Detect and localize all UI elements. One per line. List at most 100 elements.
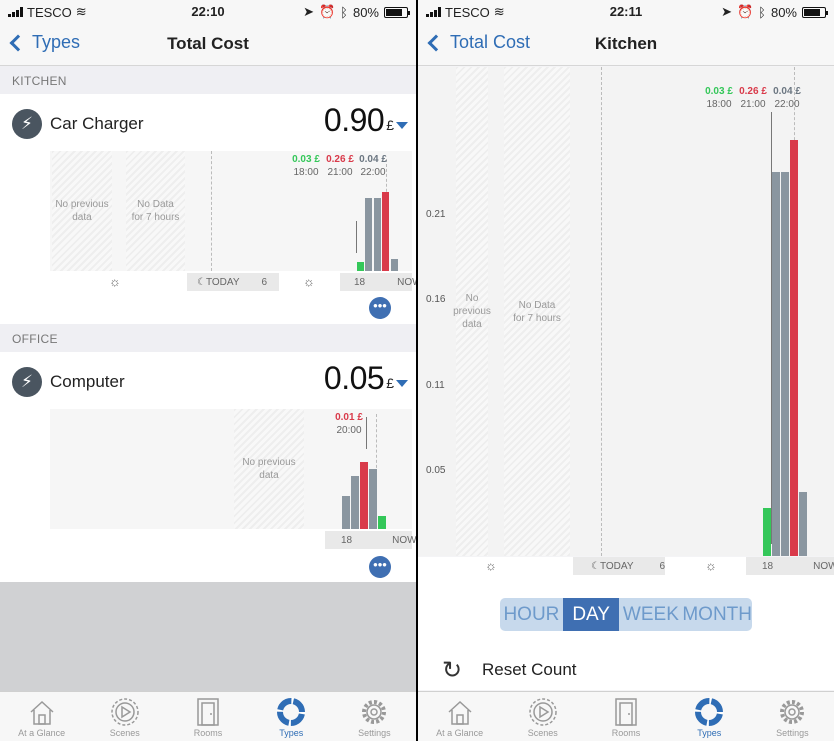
tab-label: Types: [279, 728, 304, 738]
axis-segment-now: 18 NOW: [325, 531, 416, 549]
nav-bar: Types Total Cost: [0, 22, 416, 66]
tab-at-a-glance[interactable]: At a Glance: [418, 692, 501, 741]
selection-marker: [366, 417, 367, 449]
more-button[interactable]: •••: [369, 297, 391, 319]
device-card-computer[interactable]: ⚡ Computer 0.05 £ No previous data 0.01 …: [0, 352, 416, 582]
tab-label: At a Glance: [436, 728, 484, 738]
device-card-car-charger[interactable]: ⚡ Car Charger 0.90 £ No previous data No …: [0, 94, 416, 324]
cost-chart[interactable]: No previous data 0.01 £20:00: [50, 409, 412, 529]
chart-bar[interactable]: [382, 192, 389, 271]
chevron-down-icon[interactable]: [396, 380, 408, 387]
time-axis: ☼ ☾ TODAY 6 ☼ 18 NOW: [50, 273, 416, 291]
door-icon: [610, 696, 642, 728]
selection-marker: [356, 221, 357, 253]
page-title: Kitchen: [594, 34, 658, 53]
tab-scenes[interactable]: Scenes: [83, 692, 166, 741]
cost-chart[interactable]: No previous data No Data for 7 hours 0.03 …: [50, 151, 412, 271]
tab-settings[interactable]: Settings: [751, 692, 834, 741]
chart-bar[interactable]: [781, 172, 789, 556]
gear-icon: [358, 696, 390, 728]
play-icon: [109, 696, 141, 728]
cost-value: 0.05: [323, 360, 385, 396]
tab-at-a-glance[interactable]: At a Glance: [0, 692, 83, 741]
more-button[interactable]: •••: [369, 556, 391, 578]
play-icon: [527, 696, 559, 728]
battery-percent: 80%: [352, 4, 379, 20]
tab-label: At a Glance: [18, 728, 66, 738]
axis-hour: 18: [341, 534, 353, 546]
moon-icon: ☾: [591, 560, 600, 572]
device-cost: 0.05 £: [324, 360, 408, 397]
bluetooth-icon: ᛒ: [758, 4, 766, 20]
chart-bar[interactable]: [799, 492, 807, 556]
tab-types[interactable]: Types: [668, 692, 751, 741]
time-axis: 18 NOW: [50, 531, 416, 549]
chart-bar[interactable]: [772, 172, 780, 556]
nav-bar: Total Cost Kitchen: [418, 22, 834, 66]
chart-bar[interactable]: [763, 508, 771, 556]
tab-label: Rooms: [193, 728, 223, 738]
currency: £: [386, 375, 394, 391]
ring-icon: [275, 696, 307, 728]
chart-bar[interactable]: [351, 475, 359, 529]
reset-icon: ↻: [442, 657, 463, 684]
device-name: Car Charger: [50, 114, 144, 133]
chart-bar[interactable]: [369, 469, 377, 529]
chart-bar[interactable]: [365, 198, 372, 271]
chart-bar[interactable]: [378, 515, 386, 529]
device-cost: 0.90 £: [324, 102, 408, 139]
tab-types[interactable]: Types: [250, 692, 333, 741]
period-week[interactable]: WEEK: [619, 598, 682, 631]
period-hour[interactable]: HOUR: [500, 598, 563, 631]
status-right: ➤ ⏰ ᛒ 80%: [303, 4, 410, 20]
chart-bar[interactable]: [790, 140, 798, 556]
sun-icon: ☼: [303, 274, 315, 289]
axis-day: 6: [659, 560, 666, 572]
axis-hour: 18: [762, 560, 774, 572]
location-icon: ➤: [721, 4, 732, 19]
tab-label: Rooms: [611, 728, 641, 738]
battery-percent: 80%: [770, 4, 797, 20]
period-day[interactable]: DAY: [562, 598, 620, 631]
alarm-icon: ⏰: [318, 4, 336, 19]
chart-bar[interactable]: [390, 258, 398, 271]
reset-label: Reset Count: [482, 660, 577, 679]
status-bar: TESCO ≋ 22:11 ➤ ⏰ ᛒ 80%: [418, 0, 834, 22]
tab-label: Scenes: [527, 728, 558, 738]
sun-icon: ☼: [485, 558, 497, 573]
tab-label: Types: [697, 728, 722, 738]
period-month[interactable]: MONTH: [682, 598, 752, 631]
house-icon: [444, 696, 476, 728]
chart-bar[interactable]: [360, 462, 368, 529]
axis-hour: 18: [354, 276, 366, 288]
location-icon: ➤: [303, 4, 314, 19]
tab-rooms[interactable]: Rooms: [166, 692, 249, 741]
chart-bar[interactable]: [373, 198, 381, 271]
chevron-down-icon[interactable]: [396, 122, 408, 129]
sun-icon: ☼: [705, 558, 717, 573]
section-header-office: OFFICE: [0, 324, 416, 352]
house-icon: [26, 696, 58, 728]
empty-area: [0, 582, 416, 691]
lightning-icon: ⚡: [12, 367, 42, 397]
tab-label: Settings: [358, 728, 391, 738]
axis-today: TODAY: [599, 560, 634, 572]
status-right: ➤ ⏰ ᛒ 80%: [721, 4, 828, 20]
battery-icon: [802, 6, 828, 18]
tab-settings[interactable]: Settings: [333, 692, 416, 741]
period-selector: HOUR DAY WEEK MONTH: [500, 598, 752, 631]
axis-segment-now: 18 NOW: [746, 557, 834, 575]
tab-scenes[interactable]: Scenes: [501, 692, 584, 741]
detail-chart[interactable]: No previous data No Data for 7 hours 0.21 …: [418, 67, 834, 556]
lightning-icon: ⚡: [12, 109, 42, 139]
tab-rooms[interactable]: Rooms: [584, 692, 667, 741]
chart-bar[interactable]: [356, 261, 364, 271]
reset-count-row[interactable]: ↻ Reset Count: [418, 648, 834, 690]
ring-icon: [693, 696, 725, 728]
axis-today: TODAY: [205, 276, 240, 288]
axis-segment-today: ☾ TODAY 6: [187, 273, 279, 291]
chart-bar[interactable]: [342, 495, 350, 529]
left-screen: TESCO ≋ 22:10 ➤ ⏰ ᛒ 80% Types Total Cost…: [0, 0, 416, 741]
axis-segment-now: 18 NOW: [340, 273, 416, 291]
bluetooth-icon: ᛒ: [340, 4, 348, 20]
